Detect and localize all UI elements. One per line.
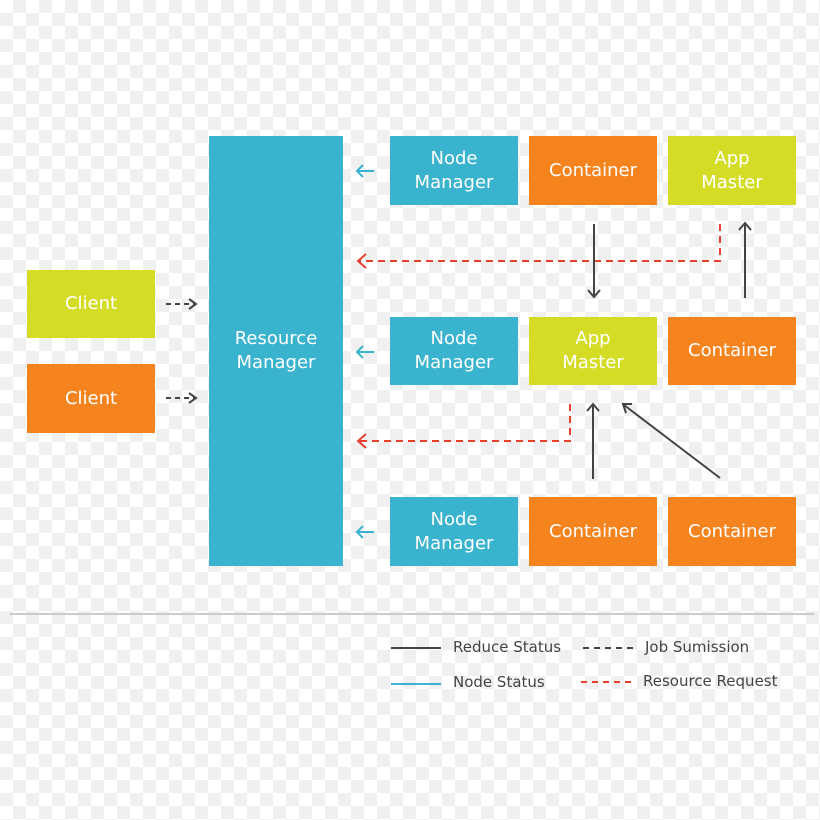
legend-node-status: Node Status bbox=[453, 673, 545, 691]
resource-request-arrow bbox=[356, 224, 721, 449]
node-status-arrow bbox=[355, 164, 374, 539]
connector-arrows bbox=[166, 164, 752, 685]
legend-job-submission: Job Sumission bbox=[645, 638, 750, 656]
job-submission-arrow bbox=[166, 303, 195, 399]
legend-reduce-status: Reduce Status bbox=[453, 638, 562, 656]
divider bbox=[10, 613, 814, 615]
arrowheads bbox=[188, 298, 198, 404]
legend-resource-request: Resource Request bbox=[643, 672, 778, 690]
